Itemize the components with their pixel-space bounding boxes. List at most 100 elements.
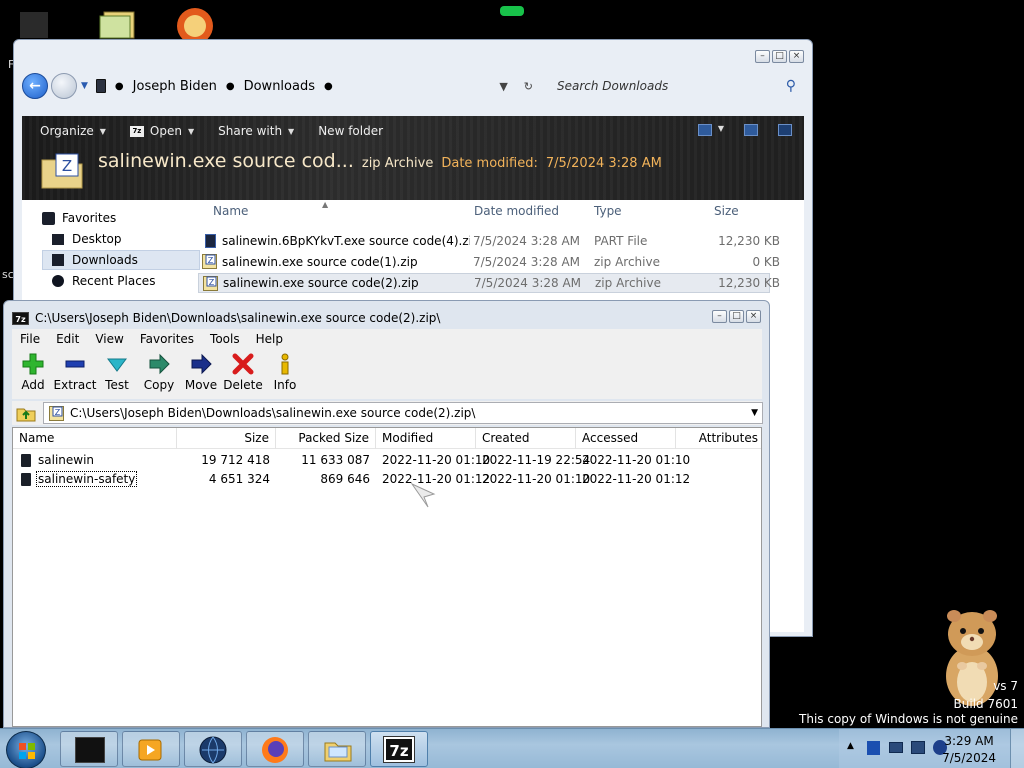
table-row[interactable]: salinewin 19 712 418 11 633 087 2022-11-…	[13, 451, 761, 470]
not-genuine-notice: This copy of Windows is not genuine	[799, 712, 1018, 726]
preview-pane-icon[interactable]	[744, 124, 758, 136]
nav-desktop[interactable]: Desktop	[52, 229, 122, 249]
taskbar-app-media-player[interactable]	[122, 731, 180, 767]
help-icon[interactable]	[778, 124, 792, 136]
nav-downloads[interactable]: Downloads	[42, 250, 200, 270]
breadcrumb[interactable]: ● Joseph Biden ● Downloads ●	[95, 73, 499, 99]
menu-help[interactable]: Help	[248, 332, 291, 346]
close-button[interactable]: ×	[789, 50, 804, 63]
column-header-size[interactable]: Size	[714, 204, 739, 222]
search-input[interactable]: Search Downloads ⚲	[549, 73, 804, 99]
folder-up-icon[interactable]	[15, 404, 37, 422]
test-button[interactable]: Test	[96, 349, 138, 397]
extract-label: Extract	[53, 378, 97, 392]
copy-button[interactable]: Copy	[138, 349, 180, 397]
column-header-name[interactable]: Name	[13, 428, 177, 449]
change-view-icon[interactable]	[697, 124, 712, 136]
add-button[interactable]: Add	[12, 349, 54, 397]
column-header-created[interactable]: Created	[476, 428, 576, 449]
taskbar-app-globe[interactable]	[184, 731, 242, 767]
open-button[interactable]: 7z Open ▼	[122, 122, 202, 140]
checkmark-icon	[107, 358, 127, 372]
menu-favorites[interactable]: Favorites	[132, 332, 202, 346]
chevron-down-icon[interactable]: ▼	[751, 408, 758, 418]
extract-button[interactable]: Extract	[53, 349, 97, 397]
column-header-date[interactable]: Date modified	[474, 204, 559, 222]
refresh-icon[interactable]: ↻	[524, 80, 533, 93]
desktop-icon-app[interactable]	[172, 6, 218, 44]
taskbar-app-firefox[interactable]	[246, 731, 304, 767]
breadcrumb-separator[interactable]: ●	[226, 81, 235, 92]
column-header-attributes[interactable]: Attributes	[676, 428, 761, 449]
clock[interactable]: 3:29 AM 7/5/2024	[942, 733, 996, 767]
menu-tools[interactable]: Tools	[202, 332, 248, 346]
search-placeholder: Search Downloads	[557, 79, 669, 93]
column-header-name[interactable]: Name	[213, 204, 248, 222]
address-dropdown-icon[interactable]: ▼	[499, 80, 507, 93]
info-button[interactable]: Info	[264, 349, 306, 397]
taskbar-app-terminal[interactable]	[60, 731, 118, 767]
move-label: Move	[184, 378, 218, 392]
show-hidden-icons-icon[interactable]: ▲	[847, 741, 854, 751]
desktop-icon	[52, 233, 64, 245]
new-folder-label: New folder	[318, 124, 384, 138]
column-header-modified[interactable]: Modified	[376, 428, 476, 449]
path-input[interactable]: Z C:\Users\Joseph Biden\Downloads\saline…	[43, 402, 763, 424]
organize-button[interactable]: Organize ▼	[32, 122, 114, 140]
start-button[interactable]	[6, 731, 46, 768]
forward-button[interactable]	[51, 73, 77, 99]
action-center-icon[interactable]	[889, 742, 903, 753]
desktop-icon-folder[interactable]	[20, 12, 48, 38]
menu-edit[interactable]: Edit	[48, 332, 87, 346]
sevenzip-toolbar: Add Extract Test Copy Move Delete Info	[12, 349, 762, 399]
taskbar-app-sevenzip[interactable]: 7z	[370, 731, 428, 767]
minimize-button[interactable]: –	[712, 310, 727, 323]
show-desktop-button[interactable]	[1010, 729, 1024, 768]
copy-arrow-icon	[149, 353, 170, 375]
maximize-button[interactable]: □	[729, 310, 744, 323]
tray-app-icon[interactable]	[867, 741, 880, 755]
column-header-packed-size[interactable]: Packed Size	[276, 428, 376, 449]
taskbar-app-explorer[interactable]	[308, 731, 366, 767]
chevron-down-icon: ▼	[288, 126, 295, 136]
file-row[interactable]: salinewin.6BpKYkvT.exe source code(4).zi…	[198, 231, 780, 251]
menu-view[interactable]: View	[87, 332, 131, 346]
minimize-button[interactable]: –	[755, 50, 770, 63]
column-header-accessed[interactable]: Accessed	[576, 428, 676, 449]
info-label: Info	[273, 378, 297, 392]
column-header-type[interactable]: Type	[594, 204, 622, 222]
sevenzip-titlebar[interactable]: 7z C:\Users\Joseph Biden\Downloads\salin…	[12, 309, 440, 327]
close-button[interactable]: ×	[746, 310, 761, 323]
file-date: 7/5/2024 3:28 AM	[473, 255, 581, 269]
item-accessed: 2022-11-20 01:12	[582, 472, 691, 486]
item-size: 4 651 324	[208, 472, 270, 486]
breadcrumb-joseph-biden[interactable]: Joseph Biden	[133, 79, 217, 94]
recent-pages-dropdown[interactable]: ▼	[81, 81, 88, 91]
breadcrumb-separator[interactable]: ●	[115, 81, 124, 92]
table-row-focused[interactable]: salinewin-safety 4 651 324 869 646 2022-…	[13, 470, 761, 489]
share-with-button[interactable]: Share with ▼	[210, 122, 302, 140]
breadcrumb-downloads[interactable]: Downloads	[244, 79, 315, 94]
breadcrumb-separator[interactable]: ●	[324, 81, 333, 92]
new-folder-button[interactable]: New folder	[310, 122, 391, 140]
firefox-icon	[262, 737, 288, 763]
file-row[interactable]: Z salinewin.exe source code(1).zip 7/5/2…	[198, 252, 780, 272]
delete-button[interactable]: Delete	[222, 349, 264, 397]
chevron-down-icon[interactable]: ▼	[718, 124, 724, 136]
menu-file[interactable]: File	[12, 332, 48, 346]
file-row-selected[interactable]: Z salinewin.exe source code(2).zip 7/5/2…	[198, 273, 780, 293]
desktop-icon-notes[interactable]	[98, 10, 138, 40]
nav-recent-places[interactable]: Recent Places	[52, 271, 155, 291]
minus-icon	[65, 360, 85, 368]
svg-text:Z: Z	[209, 278, 215, 287]
nav-favorites[interactable]: Favorites	[42, 208, 116, 228]
column-header-size[interactable]: Size	[177, 428, 276, 449]
file-date: 7/5/2024 3:28 AM	[474, 276, 582, 290]
network-icon[interactable]	[911, 741, 925, 754]
maximize-button[interactable]: □	[772, 50, 787, 63]
desktop-gadget	[496, 4, 528, 18]
search-icon[interactable]: ⚲	[786, 78, 796, 94]
back-button[interactable]: ←	[22, 73, 48, 99]
move-button[interactable]: Move	[180, 349, 222, 397]
file-name: salinewin.6BpKYkvT.exe source code(4).zi…	[222, 234, 470, 248]
